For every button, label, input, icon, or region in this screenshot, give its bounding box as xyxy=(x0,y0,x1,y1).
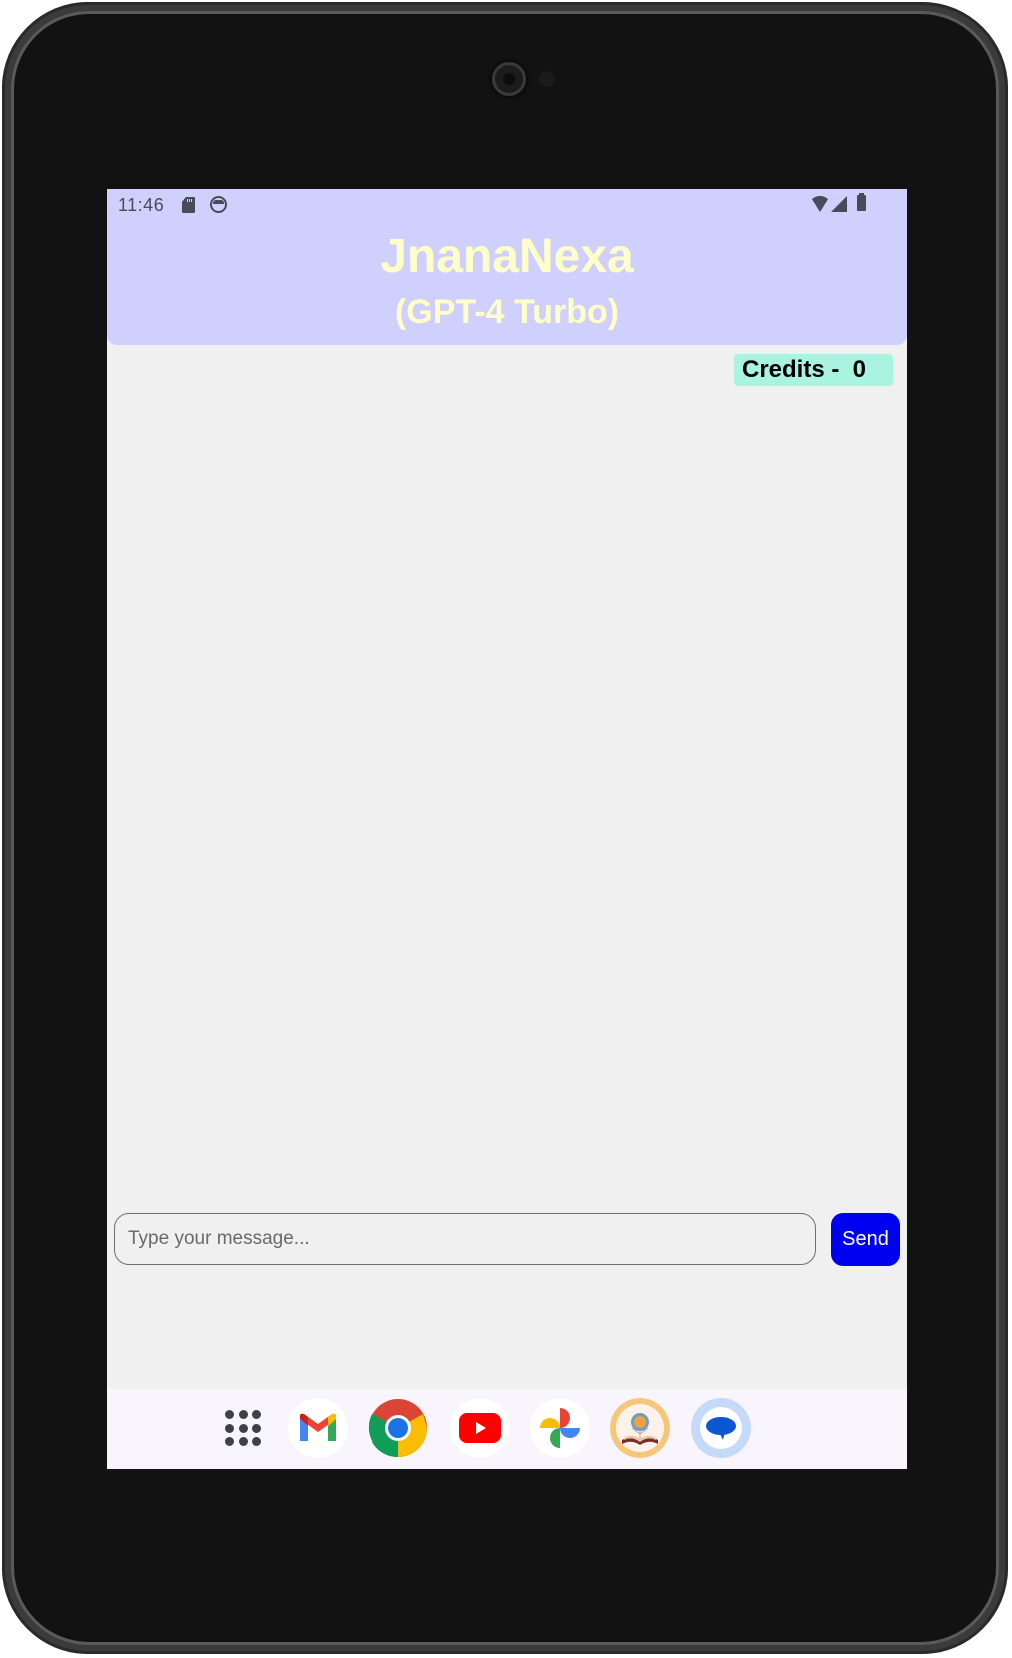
credits-badge: Credits - 0 xyxy=(734,354,893,386)
dock-chrome[interactable] xyxy=(368,1398,428,1458)
jnananexa-app-icon xyxy=(616,1404,664,1452)
battery-icon xyxy=(857,193,866,211)
vpn-icon xyxy=(210,196,227,213)
front-camera xyxy=(492,62,526,96)
sd-card-icon xyxy=(182,197,195,213)
proximity-sensor xyxy=(539,71,555,87)
status-time: 11:46 xyxy=(118,195,165,215)
cell-signal-icon xyxy=(831,196,847,212)
app-subtitle: (GPT-4 Turbo) xyxy=(394,293,620,331)
messages-icon xyxy=(700,1407,742,1449)
gmail-icon xyxy=(300,1413,336,1441)
app-dock xyxy=(107,1389,907,1469)
wifi-icon xyxy=(810,196,830,212)
dock-youtube[interactable] xyxy=(450,1398,510,1458)
device-screen: 11:46 JnanaNexa (GPT-4 Turbo) Credits - … xyxy=(107,189,907,1469)
app-header: 11:46 JnanaNexa (GPT-4 Turbo) xyxy=(107,189,907,345)
message-input[interactable] xyxy=(114,1213,816,1265)
apps-grid-icon[interactable] xyxy=(225,1410,263,1448)
youtube-icon xyxy=(459,1413,501,1443)
status-bar: 11:46 xyxy=(107,189,907,221)
dock-messages[interactable] xyxy=(691,1398,751,1458)
dock-gmail[interactable] xyxy=(288,1398,348,1458)
app-title: JnanaNexa xyxy=(380,230,634,283)
chrome-icon xyxy=(368,1399,427,1458)
photos-icon xyxy=(540,1408,580,1448)
dock-photos[interactable] xyxy=(530,1398,590,1458)
send-button[interactable]: Send xyxy=(831,1213,900,1266)
dock-jnananexa[interactable] xyxy=(610,1398,670,1458)
